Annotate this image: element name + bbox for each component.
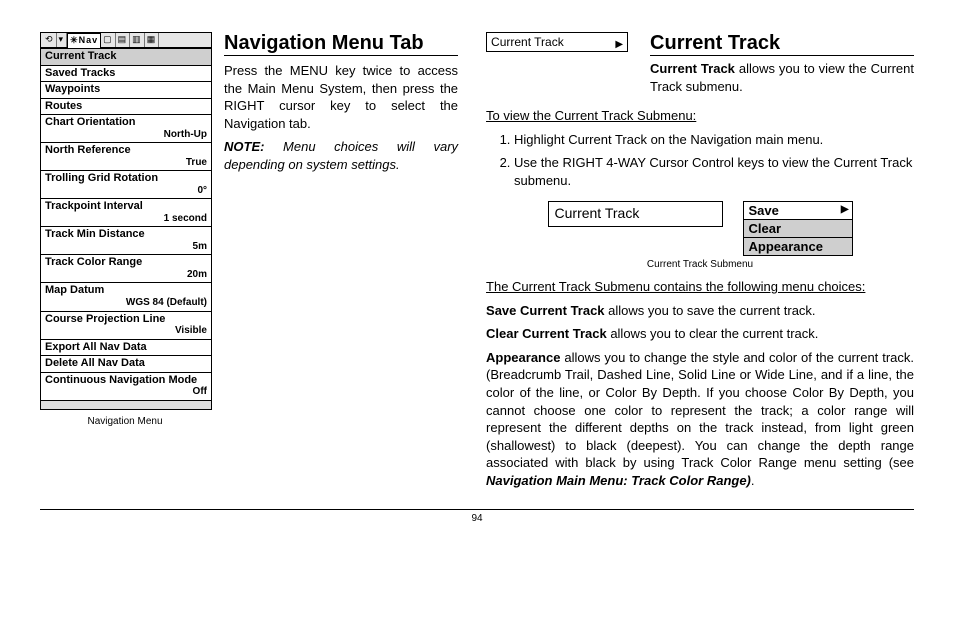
footer-rule xyxy=(40,509,914,510)
figure-current-track-box: Current Track xyxy=(548,201,723,227)
nav-item-export-nav: Export All Nav Data xyxy=(41,340,211,357)
nav-item-continuous-nav: Continuous Navigation ModeOff xyxy=(41,373,211,400)
figure-submenu-box: Save▶ Clear Appearance xyxy=(743,201,853,256)
submenu-choices-heading: The Current Track Submenu contains the f… xyxy=(486,278,914,296)
nav-item-trolling-grid: Trolling Grid Rotation0° xyxy=(41,171,211,199)
nav-menu-tab-body: Press the MENU key twice to access the M… xyxy=(224,62,458,132)
nav-item-map-datum: Map DatumWGS 84 (Default) xyxy=(41,283,211,311)
submenu-view-steps: Highlight Current Track on the Navigatio… xyxy=(486,131,914,190)
current-track-submenu-figure: Current Track Save▶ Clear Appearance xyxy=(486,201,914,256)
current-track-heading: Current Track xyxy=(650,32,914,56)
submenu-view-heading: To view the Current Track Submenu: xyxy=(486,107,914,125)
clear-current-track-desc: Clear Current Track allows you to clear … xyxy=(486,325,914,343)
nav-item-chart-orientation: Chart OrientationNorth-Up xyxy=(41,115,211,143)
nav-item-north-reference: North ReferenceTrue xyxy=(41,143,211,171)
nav-item-current-track: Current Track xyxy=(41,49,211,66)
nav-item-delete-nav: Delete All Nav Data xyxy=(41,356,211,373)
step-2: Use the RIGHT 4-WAY Cursor Control keys … xyxy=(514,154,914,189)
save-current-track-desc: Save Current Track allows you to save th… xyxy=(486,302,914,320)
nav-item-routes: Routes xyxy=(41,99,211,116)
submenu-figure-caption: Current Track Submenu xyxy=(486,259,914,270)
nav-menu-caption: Navigation Menu xyxy=(40,416,210,427)
nav-menu-tab-note: NOTE: Menu choices will vary depending o… xyxy=(224,138,458,173)
nav-menu-scroll-indicator xyxy=(41,400,211,409)
current-track-label-box: Current Track ▶ xyxy=(486,32,628,52)
submenu-item-appearance: Appearance xyxy=(744,238,852,255)
submenu-item-save: Save▶ xyxy=(744,202,852,220)
nav-item-trackpoint-interval: Trackpoint Interval1 second xyxy=(41,199,211,227)
step-1: Highlight Current Track on the Navigatio… xyxy=(514,131,914,149)
nav-item-course-projection: Course Projection LineVisible xyxy=(41,312,211,340)
current-track-intro: Current Track allows you to view the Cur… xyxy=(650,60,914,95)
nav-item-saved-tracks: Saved Tracks xyxy=(41,66,211,83)
nav-item-track-color-range: Track Color Range20m xyxy=(41,255,211,283)
navigation-menu: ⟲▾ ✳Nav ▢▤▥▦ Current Track Saved Tracks … xyxy=(40,32,212,410)
chevron-right-icon: ▶ xyxy=(615,39,623,50)
nav-item-track-min-distance: Track Min Distance5m xyxy=(41,227,211,255)
nav-item-waypoints: Waypoints xyxy=(41,82,211,99)
submenu-item-clear: Clear xyxy=(744,220,852,238)
chevron-right-icon: ▶ xyxy=(841,204,849,215)
page-number: 94 xyxy=(40,513,914,524)
appearance-desc: Appearance allows you to change the styl… xyxy=(486,349,914,489)
nav-menu-tab-heading: Navigation Menu Tab xyxy=(224,32,458,56)
nav-menu-tabstrip: ⟲▾ ✳Nav ▢▤▥▦ xyxy=(41,33,211,49)
